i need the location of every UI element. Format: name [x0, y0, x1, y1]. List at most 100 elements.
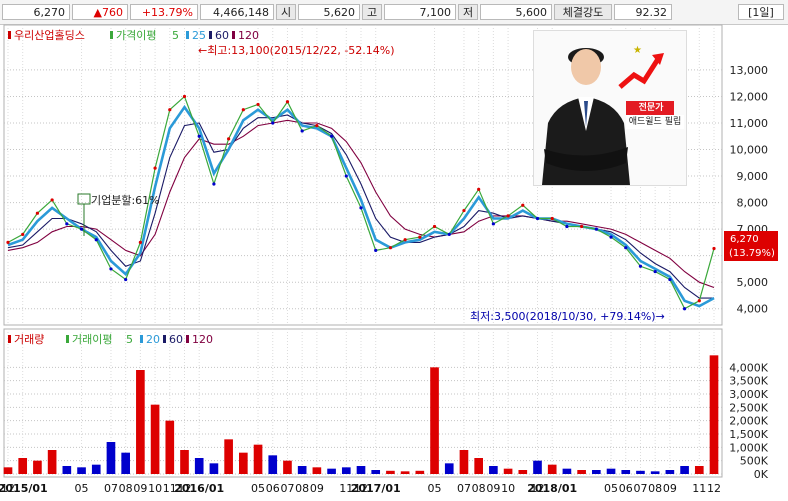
- price-point: [197, 134, 201, 138]
- legend-ma-swatch: [110, 31, 113, 39]
- price-point: [359, 206, 363, 210]
- x-tick-label: 08: [648, 482, 662, 495]
- price-point: [521, 203, 525, 207]
- price-point: [65, 222, 69, 226]
- legend-volume-swatch: [8, 335, 11, 343]
- price-point: [403, 238, 407, 242]
- x-tick-label: 05: [251, 482, 265, 495]
- volume-bar: [312, 467, 322, 474]
- price-point: [109, 267, 113, 271]
- price-point: [182, 94, 187, 99]
- low-price: 5,600: [480, 4, 552, 20]
- volume-bar: [283, 460, 292, 474]
- x-tick-label: 06: [619, 482, 633, 495]
- volume-bar: [268, 455, 278, 474]
- quote-bar: 6,270 ▲760 +13.79% 4,466,148 시 5,620 고 7…: [0, 0, 788, 25]
- price-point: [653, 269, 657, 274]
- x-tick-label: 11: [692, 482, 706, 495]
- volume-legend: 거래량 거래이평 5 20 60 120: [8, 333, 213, 346]
- x-tick-label: 07: [457, 482, 471, 495]
- low-annotation: 최저:3,500(2018/10/30, +79.14%)→: [470, 310, 665, 323]
- price-point: [594, 227, 598, 231]
- volume-bar: [577, 470, 586, 474]
- price-tick-label: 4,000: [737, 303, 769, 316]
- x-tick-label: 08: [295, 482, 309, 495]
- x-tick-label: 2017/01: [351, 482, 401, 495]
- volume-bar: [180, 450, 189, 474]
- volume-bar: [636, 470, 645, 474]
- legend-ma5: 5: [172, 29, 179, 42]
- legend-vma60: 60: [169, 333, 183, 346]
- volume-bar: [341, 467, 351, 474]
- legend-stock-name: 우리산업홀딩스: [14, 29, 85, 42]
- volume-bar: [709, 355, 719, 474]
- legend-vma20: 20: [146, 333, 160, 346]
- price-point: [682, 307, 687, 311]
- legend-volume-label: 거래량: [14, 333, 44, 346]
- x-tick-label: 09: [486, 482, 500, 495]
- price-y-axis: 4,0005,0006,0007,0008,0009,00010,00011,0…: [730, 64, 769, 316]
- current-price: 6,270: [2, 4, 70, 20]
- price-tick-label: 8,000: [737, 197, 769, 210]
- price-point: [344, 174, 348, 178]
- volume-bar: [18, 458, 28, 474]
- volume-bar: [386, 470, 395, 474]
- volume-tick-label: 1,000K: [729, 441, 768, 454]
- volume-bar: [621, 470, 631, 474]
- open-price: 5,620: [298, 4, 360, 20]
- volume-bar: [356, 466, 366, 474]
- volume-tick-label: 0K: [754, 468, 769, 481]
- price-point: [168, 108, 172, 112]
- ad-name: 애드윌드 필립: [628, 117, 682, 127]
- legend-ma-label: 가격이평: [116, 29, 156, 42]
- strength-value: 92.32: [614, 4, 672, 20]
- x-tick-label: 10: [501, 482, 515, 495]
- x-tick-label: 2018/01: [527, 482, 577, 495]
- price-point: [374, 248, 378, 252]
- legend-vma120-swatch: [186, 335, 189, 343]
- price-point: [6, 240, 10, 244]
- price-point: [550, 216, 554, 221]
- x-tick-label: 06: [266, 482, 280, 495]
- volume-tick-label: 2,500K: [729, 401, 768, 414]
- price-point: [79, 227, 84, 231]
- volume-y-axis: 0K500K1,000K1,500K2,000K2,500K3,000K3,50…: [729, 361, 768, 481]
- price-point: [256, 102, 260, 107]
- price-tick-label: 11,000: [730, 117, 769, 130]
- ad-banner[interactable]: ★ 전문가 애드윌드 필립: [533, 30, 687, 186]
- svg-text:★: ★: [633, 45, 642, 56]
- volume-bar: [518, 470, 528, 474]
- x-tick-label: 09: [310, 482, 324, 495]
- volume-bar: [239, 452, 248, 474]
- volume-tick-label: 1,500K: [729, 428, 768, 441]
- price-tick-label: 9,000: [737, 170, 769, 183]
- x-tick-label: 07: [104, 482, 118, 495]
- volume-bar: [415, 470, 425, 474]
- price-point: [94, 238, 98, 242]
- price-point: [697, 299, 701, 303]
- price-point: [477, 187, 481, 191]
- volume-tick-label: 500K: [740, 455, 769, 468]
- price-point: [712, 246, 716, 251]
- price-point: [285, 100, 290, 104]
- legend-vma-swatch: [66, 335, 69, 343]
- volume-tick-label: 2,000K: [729, 415, 768, 428]
- x-tick-label: 2015/01: [0, 482, 48, 495]
- price-point: [271, 121, 275, 125]
- price-point: [462, 208, 466, 213]
- volume-bar: [547, 464, 557, 474]
- volume-bar: [62, 466, 72, 474]
- legend-ma120-swatch: [232, 31, 235, 39]
- legend-ma25-swatch: [186, 31, 189, 39]
- price-point: [21, 232, 25, 237]
- price-change: ▲760: [72, 4, 128, 20]
- price-point: [609, 235, 613, 239]
- volume-tick-label: 4,000K: [729, 361, 768, 374]
- price-point: [315, 124, 319, 128]
- volume-bar: [194, 458, 204, 474]
- high-label: 고: [362, 4, 382, 20]
- period-selector[interactable]: [1일]: [738, 4, 784, 20]
- volume-bar: [592, 470, 601, 474]
- volume-bar: [224, 439, 233, 474]
- low-label: 저: [458, 4, 478, 20]
